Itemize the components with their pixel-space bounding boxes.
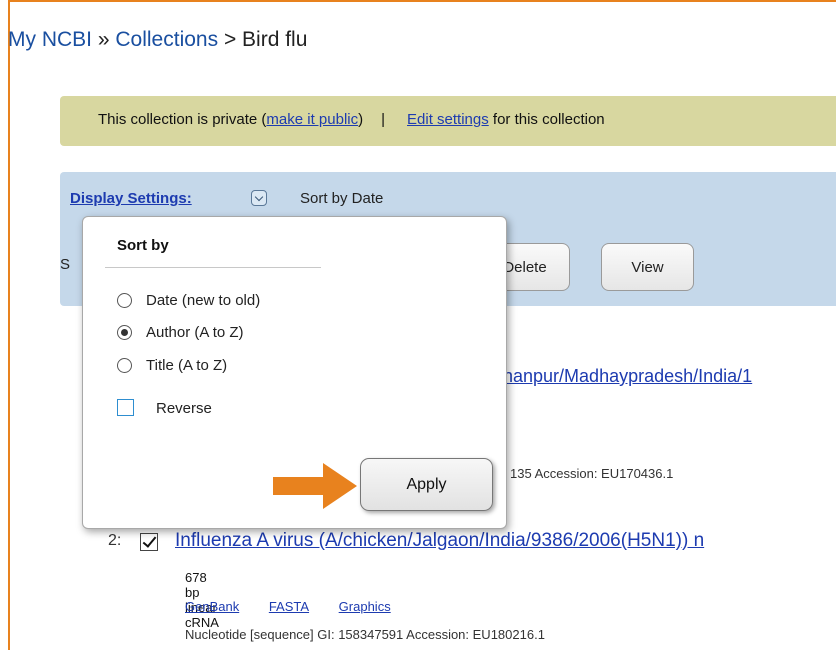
- result-2-title-link[interactable]: Influenza A virus (A/chicken/Jalgaon/Ind…: [175, 530, 704, 552]
- breadcrumb: My NCBI » Collections > Bird flu: [8, 28, 307, 52]
- sort-option-author[interactable]: Author (A to Z): [117, 324, 244, 341]
- apply-button[interactable]: Apply: [360, 458, 493, 511]
- arrow-pointer-icon: [273, 463, 357, 509]
- reverse-option[interactable]: Reverse: [117, 399, 212, 417]
- breadcrumb-my-ncbi[interactable]: My NCBI: [8, 28, 92, 51]
- notice-text-close: ): [358, 111, 364, 128]
- sort-option-date[interactable]: Date (new to old): [117, 292, 260, 309]
- sort-option-title-label: Title (A to Z): [146, 357, 228, 374]
- radio-title[interactable]: [117, 358, 132, 373]
- genbank-link[interactable]: GenBank: [185, 599, 239, 614]
- reverse-checkbox[interactable]: [117, 399, 134, 416]
- reverse-label: Reverse: [156, 400, 212, 417]
- breadcrumb-separator: »: [97, 28, 110, 51]
- make-public-link[interactable]: make it public: [266, 111, 358, 128]
- privacy-notice-bar: This collection is private (make it publ…: [60, 96, 836, 146]
- breadcrumb-separator-2: >: [223, 28, 237, 51]
- edit-settings-link[interactable]: Edit settings: [407, 111, 489, 128]
- notice-text: This collection is private (: [98, 111, 267, 128]
- radio-date[interactable]: [117, 293, 132, 308]
- popup-title: Sort by: [117, 237, 169, 254]
- graphics-link[interactable]: Graphics: [339, 599, 391, 614]
- display-settings-link[interactable]: Display Settings:: [70, 190, 192, 207]
- view-button[interactable]: View: [601, 243, 694, 291]
- result-2-number: 2:: [108, 532, 122, 549]
- notice-text-end: for this collection: [488, 111, 605, 128]
- fasta-link[interactable]: FASTA: [269, 599, 309, 614]
- sort-by-popup: Sort by Date (new to old) Author (A to Z…: [82, 216, 507, 529]
- result-1-title-link[interactable]: hanpur/Madhaypradesh/India/1: [503, 366, 752, 387]
- result-2-links: GenBank FASTA Graphics: [185, 599, 417, 614]
- result-1-meta: 135 Accession: EU170436.1: [510, 466, 674, 481]
- notice-separator: |: [381, 111, 386, 128]
- result-2-meta: Nucleotide [sequence] GI: 158347591 Acce…: [185, 627, 545, 642]
- sort-option-title[interactable]: Title (A to Z): [117, 357, 227, 374]
- sort-option-author-label: Author (A to Z): [146, 324, 244, 341]
- radio-author[interactable]: [117, 325, 132, 340]
- send-to-label-partial: S: [60, 256, 71, 273]
- chevron-down-icon[interactable]: [251, 190, 267, 206]
- breadcrumb-collections[interactable]: Collections: [115, 28, 218, 51]
- popup-divider: [105, 267, 321, 268]
- result-2-checkbox[interactable]: [140, 533, 158, 551]
- current-sort-label: Sort by Date: [300, 190, 384, 207]
- sort-option-date-label: Date (new to old): [146, 292, 261, 309]
- breadcrumb-current: Bird flu: [242, 28, 308, 51]
